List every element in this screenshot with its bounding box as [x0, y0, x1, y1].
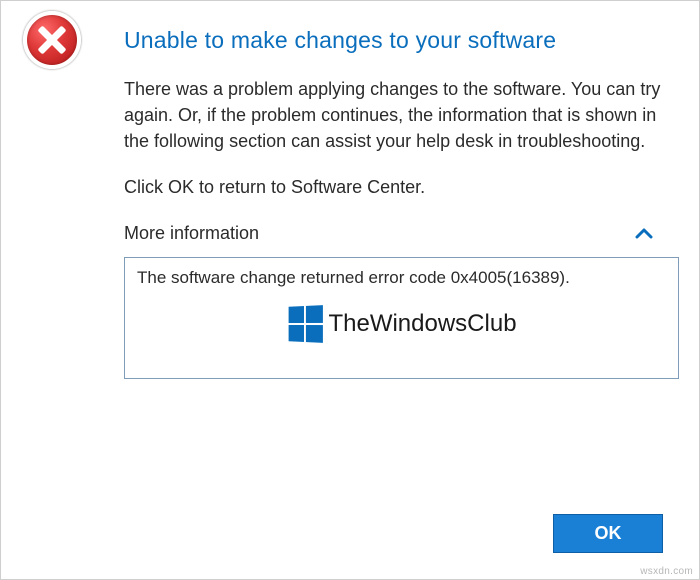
ok-button[interactable]: OK: [553, 514, 663, 553]
error-detail-text: The software change returned error code …: [137, 268, 570, 287]
watermark-text: TheWindowsClub: [328, 310, 516, 338]
more-info-label: More information: [124, 223, 259, 244]
watermark: TheWindowsClub: [286, 306, 516, 342]
button-row: OK: [553, 514, 663, 553]
source-attribution: wsxdn.com: [640, 566, 693, 577]
windows-logo-icon: [288, 306, 322, 344]
more-info-header[interactable]: More information: [124, 222, 661, 245]
error-icon: [23, 11, 87, 75]
dialog-subtext: Click OK to return to Software Center.: [124, 174, 661, 200]
error-dialog: Unable to make changes to your software …: [0, 0, 700, 580]
error-detail-box[interactable]: The software change returned error code …: [124, 257, 679, 379]
dialog-content: Unable to make changes to your software …: [124, 21, 671, 379]
dialog-title: Unable to make changes to your software: [124, 27, 661, 54]
chevron-up-icon[interactable]: [635, 222, 653, 245]
dialog-body-text: There was a problem applying changes to …: [124, 76, 661, 154]
